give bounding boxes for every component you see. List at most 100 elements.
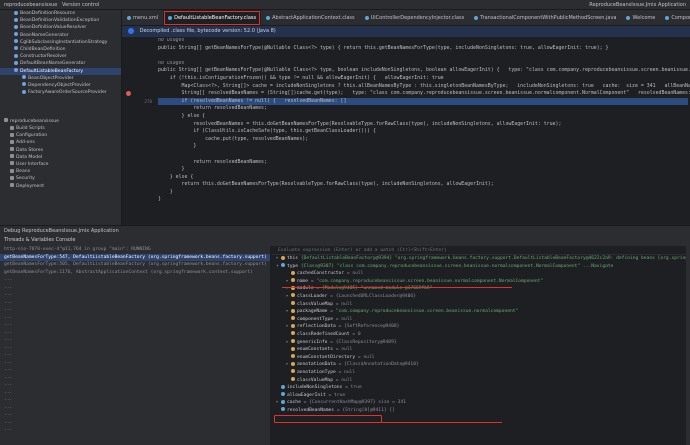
variable-row[interactable]: ▸ annotationData = {Class$AnnotationData@… xyxy=(272,361,690,369)
line-number[interactable] xyxy=(122,196,152,204)
line-number[interactable] xyxy=(122,113,152,121)
tree-item[interactable]: Build Scripts xyxy=(0,125,121,132)
line-number[interactable] xyxy=(122,105,152,113)
stack-frame[interactable]: ... xyxy=(0,329,270,337)
stack-frame[interactable]: ... xyxy=(0,389,270,397)
stack-frame[interactable]: ... xyxy=(0,284,270,292)
code-line[interactable]: } xyxy=(158,196,688,204)
code-line[interactable]: resolvedBeanNames = this.doGetBeanNamesF… xyxy=(158,121,688,129)
line-number[interactable] xyxy=(122,75,152,83)
code-line[interactable]: } xyxy=(158,189,688,197)
line-number[interactable] xyxy=(122,166,152,174)
variable-row[interactable]: componentType = null xyxy=(272,316,690,324)
tree-item[interactable]: User Interface xyxy=(0,161,121,168)
variable-row[interactable]: ▸ genericInfo = {ClassRepository@9409} xyxy=(272,339,690,347)
code-line[interactable]: if (ClassUtils.isCacheSafe(type, this.ge… xyxy=(158,128,688,136)
tree-item[interactable]: ConstructorResolver xyxy=(0,53,121,60)
tab-componentwithpublicmetho[interactable]: ComponentWithPublicMetho xyxy=(660,10,690,25)
stack-frame[interactable]: ... xyxy=(0,404,270,412)
code-line[interactable] xyxy=(158,151,688,159)
variable-row[interactable]: annotationType = null xyxy=(272,369,690,377)
code-line[interactable]: if (!this.isConfigurationFrozen() && typ… xyxy=(158,75,688,83)
tree-item[interactable]: Beans xyxy=(0,168,121,175)
tab-defaultlistablebeanfactory-class[interactable]: DefaultListableBeanFactory.class xyxy=(163,10,262,25)
tree-item[interactable]: reproducebeansissue xyxy=(0,118,121,125)
line-number[interactable] xyxy=(122,189,152,197)
tree-item[interactable]: Add-ons xyxy=(0,139,121,146)
code-area[interactable]: no usages public String[] getBeanNamesFor… xyxy=(158,37,690,204)
code-line[interactable]: String[] resolvedBeanNames = (String[])c… xyxy=(158,90,690,98)
stack-frame[interactable]: ... xyxy=(0,396,270,404)
tree-item[interactable]: BeanObjectProvider xyxy=(0,75,121,82)
code-line[interactable]: } else { xyxy=(158,174,688,182)
thread-selector[interactable]: http-nio-7070-exec-4"@11,764 in group "m… xyxy=(0,246,270,254)
tree-item[interactable]: ChildBeanDefinition xyxy=(0,46,121,53)
stack-frame[interactable]: ... xyxy=(0,411,270,419)
run-configuration[interactable]: ReproduceBeansIssue.Jmix Application xyxy=(589,0,686,10)
code-line[interactable]: public String[] getBeanNamesForType(@Nul… xyxy=(158,45,688,53)
line-number[interactable] xyxy=(122,90,152,98)
line-number[interactable] xyxy=(122,128,152,136)
variable-row[interactable]: enumConstantDirectory = null xyxy=(272,354,690,362)
line-number[interactable] xyxy=(122,159,152,167)
stack-frame[interactable]: ... xyxy=(0,419,270,427)
stack-frame[interactable]: ... xyxy=(0,381,270,389)
evaluate-expression-input[interactable]: Evaluate expression (Enter) or add a wat… xyxy=(272,246,690,255)
line-number[interactable] xyxy=(122,174,152,182)
stack-frame[interactable]: ... xyxy=(0,426,270,434)
stack-frame[interactable]: ... xyxy=(0,299,270,307)
line-number[interactable] xyxy=(122,37,152,45)
variable-row[interactable]: ▸ cache = {ConcurrentHashMap@9397} size =… xyxy=(272,399,690,407)
line-number[interactable] xyxy=(122,121,152,129)
tree-item[interactable]: FactoryAwareOrderSourceProvider xyxy=(0,89,121,96)
line-number[interactable] xyxy=(122,143,152,151)
variable-row[interactable]: resolvedBeanNames = {String[0]@9411} [] xyxy=(272,407,690,415)
code-line[interactable]: } xyxy=(158,166,688,174)
code-line[interactable]: cache.put(type, resolvedBeanNames); xyxy=(158,136,688,144)
tree-item[interactable]: Security xyxy=(0,175,121,182)
tree-item[interactable]: Data Model xyxy=(0,154,121,161)
tab-welcome[interactable]: Welcome xyxy=(621,10,660,25)
stack-frame[interactable]: ... xyxy=(0,276,270,284)
line-number[interactable] xyxy=(122,45,152,53)
code-line[interactable]: return resolvedBeanNames; xyxy=(158,159,688,167)
tree-item[interactable]: BeanDefinitionResource xyxy=(0,10,121,17)
variable-row[interactable]: ▸ this {DefaultListableBeanFactory@9394} … xyxy=(272,255,690,263)
stack-frame[interactable]: ... xyxy=(0,351,270,359)
variable-row[interactable]: ▸ reflectionData = {SoftReference@9408} xyxy=(272,323,690,331)
tree-item[interactable]: DefaultBeanNameGenerator xyxy=(0,60,121,67)
stack-frame[interactable]: ... xyxy=(0,366,270,374)
line-number[interactable]: 270 xyxy=(122,98,152,106)
tree-item[interactable]: BeanDefinitionValidationException xyxy=(0,17,121,24)
stack-frame[interactable]: ... xyxy=(0,306,270,314)
line-number[interactable] xyxy=(122,60,152,68)
breakpoint-icon[interactable] xyxy=(126,91,131,97)
tree-item[interactable]: DefaultListableBeanFactory xyxy=(0,67,121,75)
code-line[interactable]: no usages xyxy=(158,37,688,45)
code-line[interactable]: return this.doGetBeanNamesForType(Resolv… xyxy=(158,181,688,189)
tree-item[interactable]: BeanDefinitionValueResolver xyxy=(0,24,121,31)
line-gutter[interactable]: 270 xyxy=(122,37,152,225)
variable-row[interactable]: allowEagerInit = true xyxy=(272,392,690,400)
variable-row[interactable]: enumConstants = null xyxy=(272,346,690,354)
stack-frame[interactable]: ... xyxy=(0,344,270,352)
tree-item[interactable] xyxy=(0,103,121,110)
variable-row[interactable]: ▾ type {Class@9307} "class com.company.re… xyxy=(272,263,690,271)
tree-item[interactable]: BeanNameGenerator xyxy=(0,32,121,39)
variable-row[interactable]: ▸ classLoader = {LaunchedURLClassLoader@9… xyxy=(272,293,690,301)
stack-frame[interactable]: getBeanNamesForType:1176, AbstractApplic… xyxy=(0,269,270,277)
tab-menu-xml[interactable]: menu.xml xyxy=(122,10,163,25)
project-name[interactable]: reproducebeansissue xyxy=(4,0,57,10)
stack-frame[interactable]: ... xyxy=(0,336,270,344)
stack-frame[interactable]: ... xyxy=(0,314,270,322)
stack-frame[interactable]: ... xyxy=(0,359,270,367)
tree-item[interactable] xyxy=(0,96,121,103)
stack-frame[interactable]: getBeanNamesForType:505, DefaultListable… xyxy=(0,261,270,269)
stack-frame[interactable]: ... xyxy=(0,374,270,382)
code-editor[interactable]: 270 no usages public String[] getBeanName… xyxy=(122,37,690,225)
debug-toolbar-tabs[interactable]: Threads & Variables Console xyxy=(4,237,75,243)
variable-row[interactable]: classValueMap = null xyxy=(272,301,690,309)
stack-frame[interactable]: ... xyxy=(0,321,270,329)
tree-item[interactable]: CglibSubclassingInstantiationStrategy xyxy=(0,39,121,46)
line-number[interactable] xyxy=(122,83,152,91)
